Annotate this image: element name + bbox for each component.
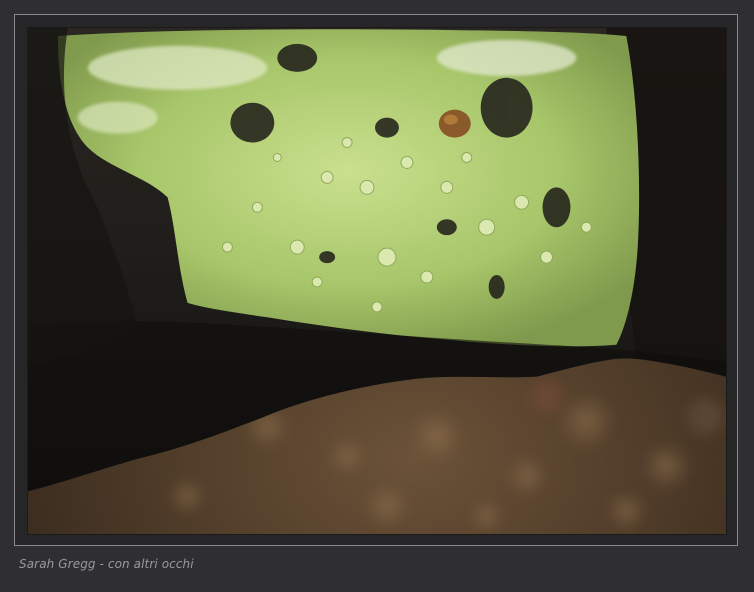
lichen-photo [27,27,727,535]
photo-frame [14,14,738,546]
lichen-on-branch-image [28,28,726,534]
photo-credit: Sarah Gregg - con altri occhi [19,557,194,571]
